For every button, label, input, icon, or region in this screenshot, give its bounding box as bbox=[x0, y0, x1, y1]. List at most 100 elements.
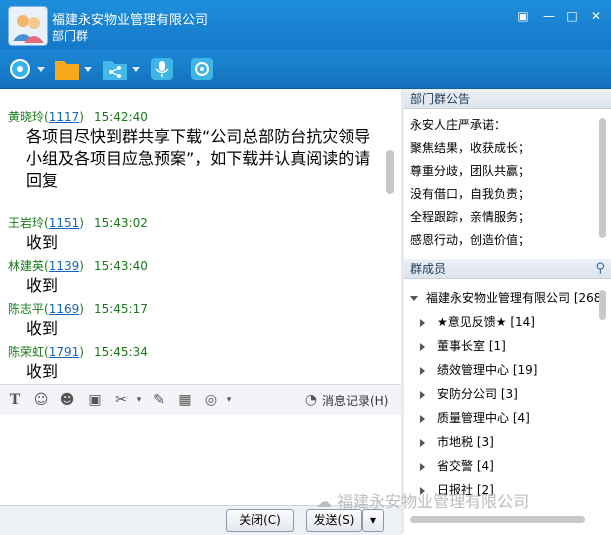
collapse-icon bbox=[420, 462, 425, 471]
notice-scrollbar[interactable] bbox=[599, 118, 606, 238]
voice-message-icon[interactable]: ◎ bbox=[202, 391, 220, 409]
notice-line: 感恩行动，创造价值； bbox=[410, 233, 531, 247]
message-line: 小组及各项目应急预案”，如下载并认真阅读的请 bbox=[26, 149, 371, 168]
message-time: 15:45:17 bbox=[93, 302, 148, 316]
message-header: 林建英(1139) 15:43:40 bbox=[8, 259, 148, 273]
settings-icon bbox=[8, 57, 32, 81]
members-scrollbar[interactable] bbox=[599, 290, 606, 320]
tree-group-label: 市地税 [3] bbox=[437, 435, 494, 449]
sender-name: 黄晓玲 bbox=[8, 110, 45, 124]
folder-icon bbox=[54, 57, 79, 81]
collapse-icon bbox=[420, 366, 425, 375]
tree-group[interactable]: 市地税 [3] bbox=[420, 433, 494, 450]
message-header: 黄晓玲(1117) 15:42:40 bbox=[8, 110, 148, 124]
settings-button[interactable] bbox=[8, 55, 46, 83]
chevron-down-icon bbox=[84, 67, 92, 72]
watermark: ☁ 福建永安物业管理有限公司 bbox=[316, 488, 529, 512]
sender-name: 陈志平 bbox=[8, 302, 45, 316]
tree-group-label: 董事长室 [1] bbox=[437, 339, 506, 353]
tree-group[interactable]: 安防分公司 [3] bbox=[420, 385, 518, 402]
emoji-icon[interactable]: ☺ bbox=[32, 391, 50, 409]
wechat-icon: ☁ bbox=[316, 492, 338, 511]
tree-group-label: 绩效管理中心 [19] bbox=[437, 363, 538, 377]
chat-history[interactable]: 黄晓玲(1117) 15:42:40 各项目尽快到群共享下载“公司总部防台抗灾领导… bbox=[0, 89, 401, 383]
sender-name: 陈荣虹 bbox=[8, 345, 45, 359]
tree-group-label: 安防分公司 [3] bbox=[437, 387, 518, 401]
toolbar bbox=[0, 50, 611, 89]
file-button[interactable] bbox=[54, 55, 94, 83]
message-time: 15:45:34 bbox=[93, 345, 148, 359]
message-time: 15:43:02 bbox=[93, 216, 148, 230]
message-header: 王岩玲(1151) 15:43:02 bbox=[8, 216, 148, 230]
search-icon[interactable]: ⚲ bbox=[595, 259, 605, 279]
message-body: 收到 bbox=[26, 318, 58, 340]
message-line: 回复 bbox=[26, 171, 59, 190]
tree-group[interactable]: 省交警 [4] bbox=[420, 457, 494, 474]
notice-line: 永安人庄严承诺： bbox=[410, 118, 507, 132]
skin-icon[interactable]: ▣ bbox=[514, 8, 532, 24]
collapse-icon bbox=[420, 390, 425, 399]
members-horizontal-scrollbar[interactable] bbox=[410, 516, 585, 523]
sender-name: 王岩玲 bbox=[8, 216, 45, 230]
members-title: 群成员 bbox=[410, 262, 447, 276]
input-toolbar: T ☺ ☻ ▣ ✂ ▾ ✎ ▦ ◎ ▾ ◔ 消息记录(H) bbox=[0, 384, 401, 416]
sender-id-link[interactable]: 1117 bbox=[49, 110, 80, 124]
group-notice-panel: 部门群公告 永安人庄严承诺： 聚焦结果，收获成长； 尊重分歧，团队共赢； 没有借… bbox=[404, 89, 611, 257]
maximize-icon[interactable]: □ bbox=[563, 8, 581, 24]
chevron-down-icon[interactable]: ▾ bbox=[130, 391, 148, 409]
tree-group[interactable]: ★意见反馈★ [14] bbox=[420, 313, 535, 330]
notice-header: 部门群公告 bbox=[404, 89, 611, 109]
message-line: 收到 bbox=[26, 319, 59, 338]
notice-line: 没有借口，自我负责； bbox=[410, 187, 531, 201]
message-body: 收到 bbox=[26, 361, 58, 383]
message-body: 收到 bbox=[26, 275, 58, 297]
chat-bubble-icon[interactable]: ◔ bbox=[302, 391, 320, 409]
video-icon bbox=[190, 57, 214, 81]
chevron-down-icon[interactable]: ▾ bbox=[220, 391, 238, 409]
share-button[interactable] bbox=[102, 55, 142, 83]
close-icon[interactable]: ✕ bbox=[587, 8, 605, 24]
font-icon[interactable]: T bbox=[6, 391, 24, 409]
sender-name: 林建英 bbox=[8, 259, 45, 273]
minimize-icon[interactable]: — bbox=[540, 8, 558, 24]
window-subtitle: 部门群 bbox=[52, 29, 89, 43]
sender-id-link[interactable]: 1139 bbox=[49, 259, 80, 273]
chevron-down-icon bbox=[37, 67, 45, 72]
notice-line: 聚焦结果，收获成长； bbox=[410, 141, 531, 155]
video-button[interactable] bbox=[190, 55, 216, 83]
close-button[interactable]: 关闭(C) bbox=[226, 509, 294, 532]
tree-group[interactable]: 绩效管理中心 [19] bbox=[420, 361, 537, 378]
collapse-icon bbox=[420, 318, 425, 327]
sender-id-link[interactable]: 1151 bbox=[49, 216, 80, 230]
tree-group-label: 质量管理中心 [4] bbox=[437, 411, 530, 425]
tree-group-label: 省交警 [4] bbox=[437, 459, 494, 473]
edit-icon[interactable]: ✎ bbox=[150, 391, 168, 409]
chevron-down-icon bbox=[132, 67, 140, 72]
tree-root[interactable]: 福建永安物业管理有限公司 [268] bbox=[410, 289, 606, 306]
magic-emoji-icon[interactable]: ☻ bbox=[58, 391, 76, 409]
title-bar: 福建永安物业管理有限公司 部门群 ▣ — □ ✕ bbox=[0, 0, 611, 50]
image-icon[interactable]: ▣ bbox=[86, 391, 104, 409]
collapse-icon bbox=[420, 342, 425, 351]
tree-group[interactable]: 质量管理中心 [4] bbox=[420, 409, 530, 426]
tree-group-label: ★意见反馈★ [14] bbox=[437, 315, 535, 329]
chat-scrollbar[interactable] bbox=[386, 150, 394, 194]
qrcode-icon[interactable]: ▦ bbox=[176, 391, 194, 409]
voice-button[interactable] bbox=[150, 55, 176, 83]
watermark-text: 福建永安物业管理有限公司 bbox=[337, 492, 530, 511]
sender-id-link[interactable]: 1791 bbox=[49, 345, 80, 359]
microphone-icon bbox=[150, 57, 174, 81]
tree-root-label: 福建永安物业管理有限公司 [268] bbox=[426, 291, 607, 305]
screenshot-icon[interactable]: ✂ bbox=[112, 391, 130, 409]
expand-icon bbox=[410, 296, 418, 301]
collapse-icon bbox=[420, 438, 425, 447]
group-avatar[interactable] bbox=[8, 6, 48, 46]
tree-group[interactable]: 董事长室 [1] bbox=[420, 337, 506, 354]
message-history-button[interactable]: 消息记录(H) bbox=[322, 392, 388, 409]
message-header: 陈荣虹(1791) 15:45:34 bbox=[8, 345, 148, 359]
send-options-chevron-down-icon[interactable]: ▾ bbox=[362, 509, 384, 532]
share-icon bbox=[102, 57, 127, 81]
sender-id-link[interactable]: 1169 bbox=[49, 302, 80, 316]
send-button[interactable]: 发送(S) bbox=[306, 509, 362, 532]
message-line: 各项目尽快到群共享下载“公司总部防台抗灾领导 bbox=[26, 127, 371, 146]
